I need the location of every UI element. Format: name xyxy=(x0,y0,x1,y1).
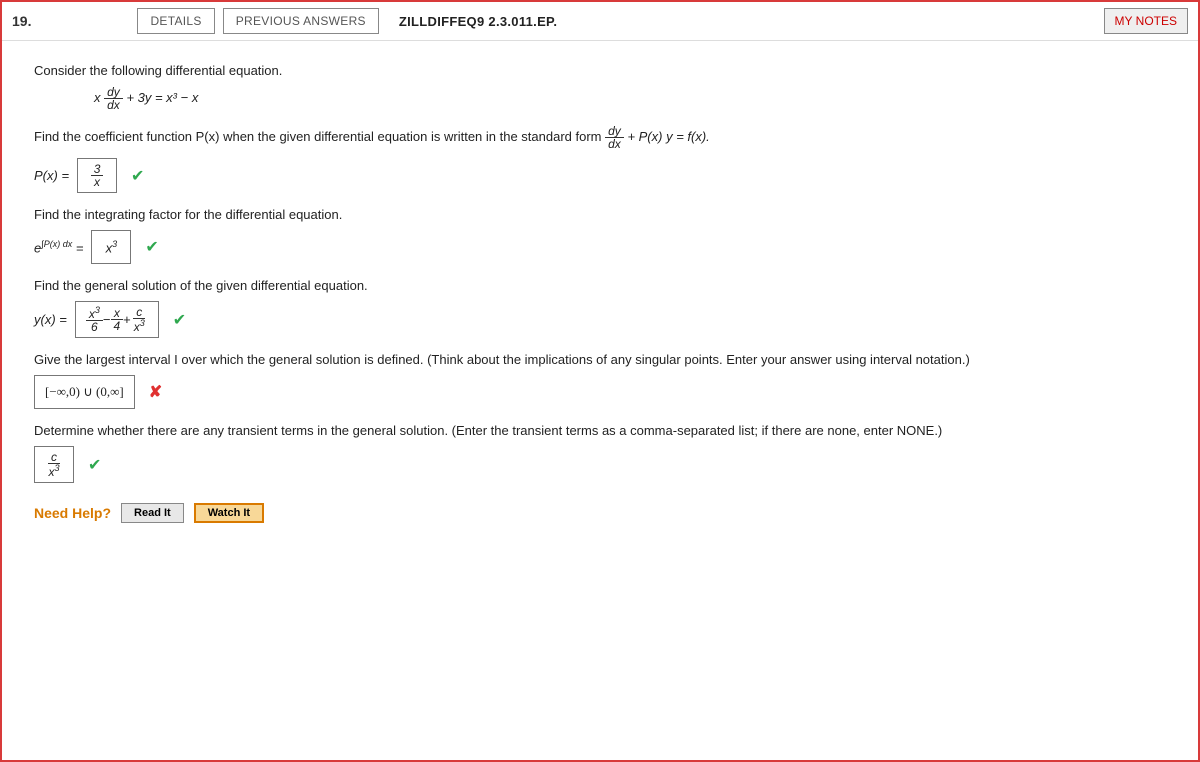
prompt-coefficient: Find the coefficient function P(x) when … xyxy=(34,125,1166,150)
source-label: ZILLDIFFEQ9 2.3.011.EP. xyxy=(399,14,557,29)
answer-interval: [−∞,0) ∪ (0,∞] ✘ xyxy=(34,375,1166,409)
check-icon: ✔ xyxy=(131,166,144,186)
if-label: e∫P(x) dx = xyxy=(34,239,83,255)
y-label: y(x) = xyxy=(34,312,67,327)
answer-y: y(x) = x3 6 − x 4 + c x3 ✔ xyxy=(34,301,1166,338)
prompt-transient: Determine whether there are any transien… xyxy=(34,423,1166,438)
question-content: Consider the following differential equa… xyxy=(2,41,1198,539)
prompt-interval: Give the largest interval I over which t… xyxy=(34,352,1166,367)
question-container: 19. DETAILS PREVIOUS ANSWERS ZILLDIFFEQ9… xyxy=(0,0,1200,762)
y-answer-box[interactable]: x3 6 − x 4 + c x3 xyxy=(75,301,159,338)
read-it-button[interactable]: Read It xyxy=(121,503,184,523)
need-help-label: Need Help? xyxy=(34,505,111,521)
differential-equation: x dy dx + 3y = x³ − x xyxy=(94,86,1166,111)
interval-answer-box[interactable]: [−∞,0) ∪ (0,∞] xyxy=(34,375,135,409)
details-button[interactable]: DETAILS xyxy=(137,8,214,34)
cross-icon: ✘ xyxy=(149,382,162,402)
answer-px: P(x) = 3 x ✔ xyxy=(34,158,1166,193)
prompt-general-solution: Find the general solution of the given d… xyxy=(34,278,1166,293)
px-answer-box[interactable]: 3 x xyxy=(77,158,117,193)
my-notes-button[interactable]: MY NOTES xyxy=(1104,8,1188,34)
px-label: P(x) = xyxy=(34,168,69,183)
intro-text: Consider the following differential equa… xyxy=(34,63,1166,78)
check-icon: ✔ xyxy=(173,310,186,330)
check-icon: ✔ xyxy=(145,237,158,257)
watch-it-button[interactable]: Watch It xyxy=(194,503,264,523)
answer-transient: c x3 ✔ xyxy=(34,446,1166,483)
question-number: 19. xyxy=(12,13,41,29)
check-icon: ✔ xyxy=(88,455,101,475)
answer-if: e∫P(x) dx = x3 ✔ xyxy=(34,230,1166,264)
previous-answers-button[interactable]: PREVIOUS ANSWERS xyxy=(223,8,379,34)
transient-answer-box[interactable]: c x3 xyxy=(34,446,74,483)
if-answer-box[interactable]: x3 xyxy=(91,230,131,264)
need-help-row: Need Help? Read It Watch It xyxy=(34,503,1166,523)
question-header: 19. DETAILS PREVIOUS ANSWERS ZILLDIFFEQ9… xyxy=(2,2,1198,41)
prompt-integrating-factor: Find the integrating factor for the diff… xyxy=(34,207,1166,222)
